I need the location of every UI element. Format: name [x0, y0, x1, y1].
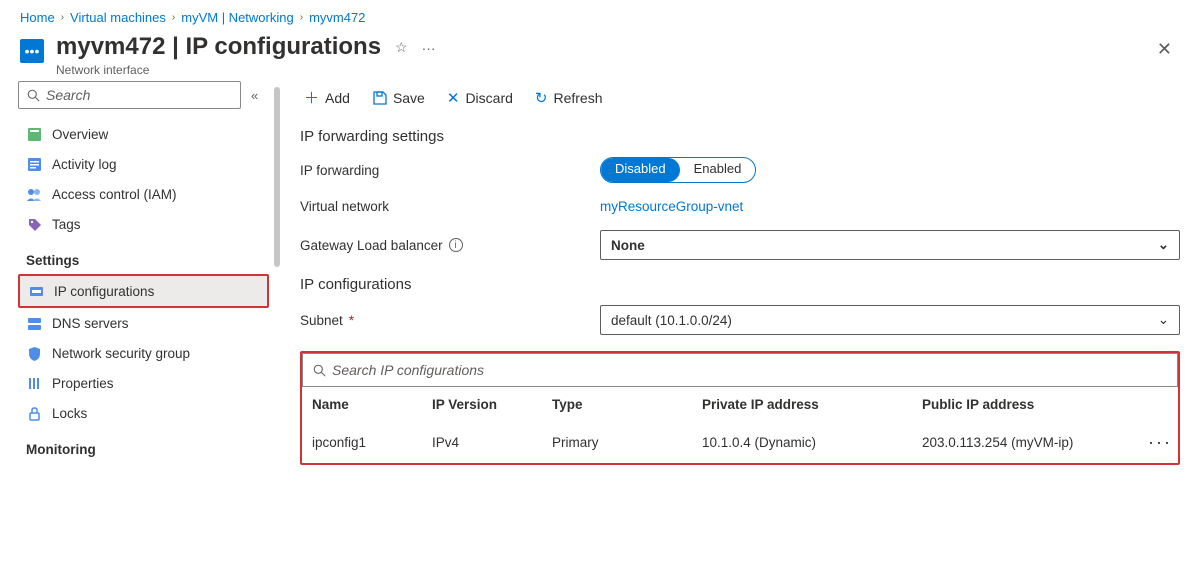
- chevron-down-icon: ⌄: [1158, 237, 1169, 253]
- label-virtual-network: Virtual network: [300, 199, 600, 214]
- breadcrumb: Home› Virtual machines› myVM | Networkin…: [0, 0, 1200, 25]
- sidebar-section-monitoring: Monitoring: [18, 428, 269, 463]
- col-private-ip: Private IP address: [702, 397, 922, 412]
- table-header: Name IP Version Type Private IP address …: [302, 387, 1178, 422]
- iam-icon: [26, 186, 42, 202]
- info-icon[interactable]: i: [449, 238, 463, 252]
- virtual-network-link[interactable]: myResourceGroup-vnet: [600, 199, 743, 214]
- collapse-sidebar-icon[interactable]: «: [251, 88, 269, 103]
- page-title: myvm472 | IP configurations: [56, 33, 381, 61]
- sidebar-item-properties[interactable]: Properties: [18, 368, 269, 398]
- table-search-input[interactable]: Search IP configurations: [302, 353, 1178, 387]
- sidebar-section-settings: Settings: [18, 239, 269, 274]
- cell-name: ipconfig1: [312, 435, 432, 450]
- dns-icon: [26, 315, 42, 331]
- refresh-icon: ↻: [535, 89, 548, 107]
- cell-ipversion: IPv4: [432, 435, 552, 450]
- label-gateway-lb: Gateway Load balanceri: [300, 238, 600, 253]
- sidebar-item-overview[interactable]: Overview: [18, 119, 269, 149]
- page-subtitle: Network interface: [56, 63, 381, 77]
- breadcrumb-link[interactable]: Virtual machines: [70, 10, 166, 25]
- ipconfig-icon: [28, 283, 44, 299]
- locks-icon: [26, 405, 42, 421]
- close-icon[interactable]: ✕: [1157, 39, 1180, 60]
- chevron-down-icon: ⌄: [1158, 312, 1169, 328]
- col-name: Name: [312, 397, 432, 412]
- col-ipversion: IP Version: [432, 397, 552, 412]
- sidebar-item-dns-servers[interactable]: DNS servers: [18, 308, 269, 338]
- sidebar-item-activity-log[interactable]: Activity log: [18, 149, 269, 179]
- sidebar-item-locks[interactable]: Locks: [18, 398, 269, 428]
- toolbar: ＋Add Save ✕Discard ↻Refresh: [300, 81, 1180, 122]
- nsg-icon: [26, 345, 42, 361]
- toggle-disabled[interactable]: Disabled: [601, 158, 680, 182]
- sidebar: Search « Overview Activity log Access co…: [0, 81, 280, 557]
- save-icon: [372, 90, 387, 105]
- sidebar-item-tags[interactable]: Tags: [18, 209, 269, 239]
- breadcrumb-link[interactable]: myVM | Networking: [181, 10, 293, 25]
- refresh-button[interactable]: ↻Refresh: [535, 87, 603, 108]
- add-button[interactable]: ＋Add: [304, 87, 350, 108]
- ip-forwarding-toggle[interactable]: Disabled Enabled: [600, 157, 756, 183]
- page-header: ••• myvm472 | IP configurations Network …: [0, 25, 1200, 81]
- favorite-icon[interactable]: ☆: [395, 39, 408, 56]
- discard-button[interactable]: ✕Discard: [447, 87, 513, 108]
- label-ip-forwarding: IP forwarding: [300, 163, 600, 178]
- search-icon: [27, 89, 40, 102]
- sidebar-item-network-security-group[interactable]: Network security group: [18, 338, 269, 368]
- resource-icon: •••: [20, 39, 44, 63]
- plus-icon: ＋: [304, 87, 319, 108]
- col-public-ip: Public IP address: [922, 397, 1142, 412]
- table-row[interactable]: ipconfig1 IPv4 Primary 10.1.0.4 (Dynamic…: [302, 422, 1178, 463]
- toggle-enabled[interactable]: Enabled: [680, 158, 756, 182]
- ip-config-table: Search IP configurations Name IP Version…: [300, 351, 1180, 465]
- discard-icon: ✕: [447, 89, 460, 107]
- cell-type: Primary: [552, 435, 702, 450]
- col-type: Type: [552, 397, 702, 412]
- main-content: ＋Add Save ✕Discard ↻Refresh IP forwardin…: [280, 81, 1200, 557]
- tags-icon: [26, 216, 42, 232]
- cell-private-ip: 10.1.0.4 (Dynamic): [702, 435, 922, 450]
- breadcrumb-link[interactable]: Home: [20, 10, 55, 25]
- save-button[interactable]: Save: [372, 87, 425, 108]
- section-ip-forwarding: IP forwarding settings: [300, 128, 1180, 145]
- gateway-lb-dropdown[interactable]: None⌄: [600, 230, 1180, 260]
- overview-icon: [26, 126, 42, 142]
- row-more-icon[interactable]: ···: [1142, 432, 1172, 453]
- properties-icon: [26, 375, 42, 391]
- sidebar-item-access-control[interactable]: Access control (IAM): [18, 179, 269, 209]
- label-subnet: Subnet*: [300, 313, 600, 328]
- more-icon[interactable]: ···: [422, 40, 436, 56]
- subnet-dropdown[interactable]: default (10.1.0.0/24)⌄: [600, 305, 1180, 335]
- cell-public-ip: 203.0.113.254 (myVM-ip): [922, 435, 1142, 450]
- search-icon: [313, 364, 326, 377]
- sidebar-search-input[interactable]: Search: [18, 81, 241, 109]
- activity-log-icon: [26, 156, 42, 172]
- breadcrumb-link[interactable]: myvm472: [309, 10, 365, 25]
- section-ip-configurations: IP configurations: [300, 276, 1180, 293]
- sidebar-item-ip-configurations[interactable]: IP configurations: [18, 274, 269, 308]
